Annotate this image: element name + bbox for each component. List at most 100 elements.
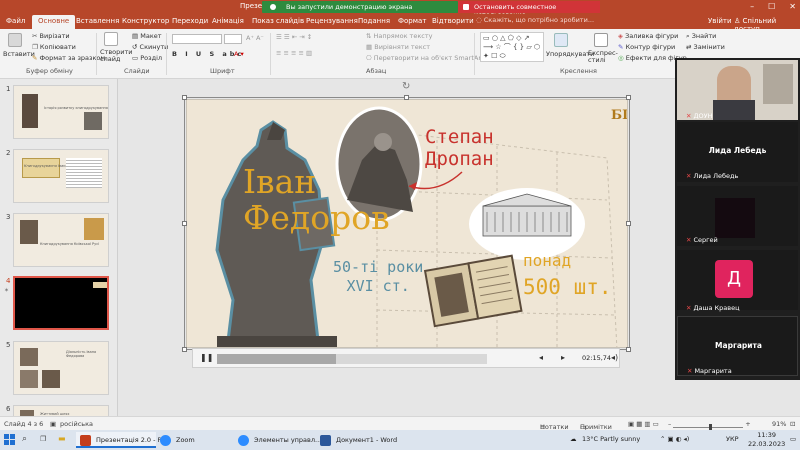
maximize-button[interactable]: ☐ (768, 2, 775, 11)
file-explorer-icon[interactable]: ▬ (58, 434, 66, 443)
participant-tile-margarita[interactable]: Маргарита ✕ Маргарита (677, 316, 798, 376)
fit-slide-icon[interactable]: ⊡ (790, 420, 795, 428)
smartart-button[interactable]: ⎔ Перетворити на об'єкт SmartArt (366, 54, 484, 62)
new-slide-button[interactable]: Створити слайд (100, 49, 133, 63)
tab-animations[interactable]: Анімація (212, 17, 244, 25)
slide-thumbnail-3[interactable]: Книгодрукування Київської Русі (13, 213, 109, 267)
view-buttons[interactable]: ▣ ▦ ▥ ▭ (628, 420, 659, 428)
tab-transitions[interactable]: Переходи (172, 17, 208, 25)
taskbar-app-word[interactable]: Документ1 - Word (316, 432, 400, 448)
forward-button[interactable]: ▸ (561, 353, 565, 362)
count-line-1: понад (523, 251, 572, 270)
reset-button[interactable]: ↺ Скинути (132, 43, 168, 51)
rewind-button[interactable]: ◂ (539, 353, 543, 362)
direction-label: Напрямок тексту (373, 32, 433, 40)
tell-me-search[interactable]: ◌ Скажіть, що потрібно зробити... (476, 16, 594, 24)
zoom-icon (160, 435, 171, 446)
slide-thumbnail-4[interactable] (13, 276, 109, 330)
window-controls: – ☐ ✕ (750, 2, 796, 11)
tab-design[interactable]: Конструктор (122, 17, 169, 25)
windows-start-icon[interactable] (4, 434, 16, 446)
font-size-box[interactable] (224, 34, 242, 44)
media-player-bar[interactable]: ❚❚ ◂ ▸ 02:15,74 ◂) (192, 348, 620, 368)
current-slide[interactable]: Іван Федоров Степан Дропан 50-ті роки XV… (186, 99, 628, 348)
shapes-gallery[interactable]: ▭ ○ △ ⬠ ◇ ↗ ⟶ ☆ ⌒ { } ▱ ⬡ ✦ ☐ ⬭ (480, 32, 544, 62)
layout-button[interactable]: ▤ Макет (132, 32, 162, 40)
stop-share-button[interactable]: Остановить совместное использование (458, 1, 600, 19)
find-button[interactable]: ⌕ Знайти (686, 32, 716, 41)
years-line-2: XVI ст. (346, 277, 410, 295)
tab-playback[interactable]: Відтворити (432, 17, 474, 25)
participant-tile-lida[interactable]: Лида Лебедь ✕ Лида Лебедь (677, 122, 798, 182)
tab-view[interactable]: Подання (358, 17, 390, 25)
media-progress-track[interactable] (217, 354, 487, 364)
tab-insert[interactable]: Вставлення (76, 17, 119, 25)
taskbar-app-zoom-controls[interactable]: Элементы управл... (234, 432, 321, 448)
slide-thumbnail-6[interactable]: Життєвий шлях (13, 405, 109, 416)
paste-icon[interactable] (8, 33, 22, 47)
volume-icon[interactable]: ◂) (611, 353, 618, 362)
copy-button[interactable]: ❐ Копіювати (32, 43, 76, 51)
slide-editing-area[interactable]: Іван Федоров Степан Дропан 50-ті роки XV… (118, 79, 675, 416)
keyboard-language[interactable]: УКР (726, 435, 739, 443)
resize-handle[interactable] (182, 95, 187, 100)
tab-home[interactable]: Основне (32, 15, 76, 29)
search-icon[interactable]: ⌕ (22, 434, 27, 444)
font-name-box[interactable] (172, 34, 222, 44)
resize-handle[interactable] (182, 221, 187, 226)
replace-button[interactable]: ⇄ Замінити (686, 43, 725, 51)
person-icon: ♙ (734, 17, 741, 25)
arrange-icon[interactable] (554, 33, 568, 47)
slide-thumbnail-1[interactable]: Історія розвитку книгодрукування (13, 85, 109, 139)
taskbar-app-zoom[interactable]: Zoom (156, 432, 226, 448)
cut-button[interactable]: ✂ Вирізати (32, 32, 70, 40)
participant-tile-dasha[interactable]: Д ✕ Даша Кравец (677, 250, 798, 312)
resize-handle[interactable] (626, 221, 631, 226)
resize-handle[interactable] (626, 347, 631, 352)
minimize-button[interactable]: – (750, 2, 754, 11)
resize-handle[interactable] (404, 95, 409, 100)
pause-button[interactable]: ❚❚ (200, 353, 213, 362)
taskbar-app-powerpoint[interactable]: Презентація 2.0 - P... (76, 432, 167, 448)
new-slide-icon[interactable] (104, 32, 118, 46)
shape-fill-button[interactable]: ◈ Заливка фігури (618, 32, 678, 40)
align-buttons[interactable]: ≡ ≡ ≡ ≡ ▥ (276, 49, 312, 57)
tab-format[interactable]: Формат (398, 17, 426, 25)
participant-tile-sergey[interactable]: ✕ Сергей (677, 186, 798, 246)
font-color-icon[interactable]: A ▾ (234, 50, 244, 58)
spellcheck-icon[interactable]: ▣ (50, 420, 56, 428)
tab-review[interactable]: Рецензування (306, 17, 358, 25)
close-button[interactable]: ✕ (789, 2, 796, 11)
slide-thumbnails-panel[interactable]: 1 Історія розвитку книгодрукування 2 Кни… (0, 79, 118, 416)
clock[interactable]: 11:39 22.03.2023 (748, 431, 785, 449)
weather-text[interactable]: 13°C Partly sunny (582, 435, 640, 443)
muted-mic-icon: ✕ (686, 112, 692, 120)
list-buttons[interactable]: ☰ ☰ ⇤ ⇥ ↕ (276, 33, 312, 41)
tray-icons[interactable]: ⌃ ▣ ◐ ◂) (660, 435, 689, 443)
weather-icon[interactable]: ☁ (570, 435, 577, 443)
font-grow-icon[interactable]: A⁺ A⁻ (246, 34, 264, 42)
section-button[interactable]: ▭ Розділ (132, 54, 162, 62)
resize-handle[interactable] (626, 95, 631, 100)
paste-button[interactable]: Вставити (3, 50, 35, 58)
rotate-handle-icon[interactable]: ↻ (402, 81, 410, 92)
tab-slideshow[interactable]: Показ слайдів (252, 17, 304, 25)
text-direction-button[interactable]: ⇅ Напрямок тексту (366, 32, 432, 40)
resize-handle[interactable] (182, 347, 187, 352)
zoom-slider[interactable]: – + (668, 420, 751, 431)
quick-styles-icon[interactable] (594, 33, 608, 47)
format-painter-button[interactable]: ✎ Формат за зразком (32, 54, 105, 62)
text-direction-icon: ⇅ (366, 32, 372, 40)
language-indicator[interactable]: російська (60, 420, 93, 428)
task-view-icon[interactable]: ❐ (40, 435, 46, 443)
notifications-icon[interactable]: ▭ (790, 435, 796, 443)
slide-thumbnail-5[interactable]: Діяльність Івана Федорова (13, 341, 109, 395)
shape-outline-button[interactable]: ✎ Контур фігури (618, 43, 675, 51)
screen-share-banner[interactable]: Вы запустили демонстрацию экрана (262, 1, 458, 13)
participant-tile-video[interactable]: ✕ ДОУН (677, 60, 798, 120)
align-text-button[interactable]: ▦ Вирівняти текст (366, 43, 430, 51)
tab-file[interactable]: Файл (6, 17, 25, 25)
slide-thumbnail-2[interactable]: Книгодрукування Івана Федорова (13, 149, 109, 203)
quick-styles-button[interactable]: Експрес-стилі (588, 50, 618, 64)
signin-link[interactable]: Увійти (708, 17, 732, 25)
